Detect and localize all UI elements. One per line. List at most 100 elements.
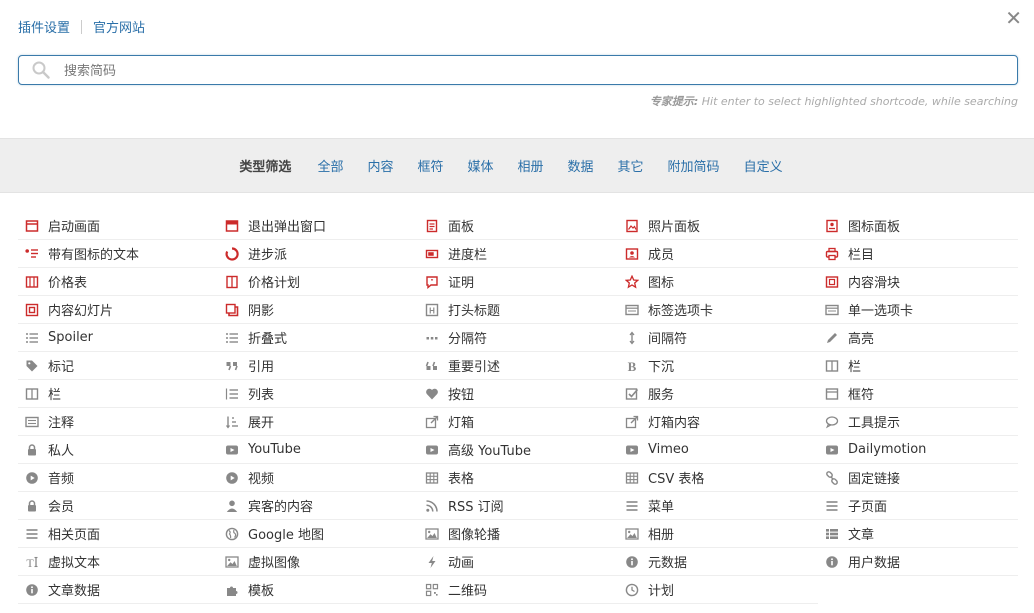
picture-icon [225, 555, 239, 568]
filter-all[interactable]: 全部 [317, 156, 343, 175]
shortcode-item[interactable]: 价格计划 [218, 268, 418, 296]
note-icon [25, 416, 39, 427]
shortcode-item[interactable]: 私人 [18, 436, 218, 464]
shortcode-item[interactable]: 重要引述 [418, 352, 618, 380]
svg-text:T: T [26, 556, 34, 569]
shortcode-item[interactable]: 服务 [618, 380, 818, 408]
shortcode-item[interactable]: 照片面板 [618, 212, 818, 240]
shortcode-item[interactable]: Spoiler [18, 324, 218, 352]
shortcode-item[interactable]: 进度栏 [418, 240, 618, 268]
shortcode-item[interactable]: 按钮 [418, 380, 618, 408]
shortcode-item[interactable]: B 下沉 [618, 352, 818, 380]
shortcode-item[interactable]: 单一选项卡 [818, 296, 1018, 324]
shortcode-item[interactable]: 高级 YouTube [418, 436, 618, 464]
shortcode-item[interactable]: 音频 [18, 464, 218, 492]
shortcode-item[interactable]: 退出弹出窗口 [218, 212, 418, 240]
shortcode-item[interactable]: 高亮 [818, 324, 1018, 352]
filter-label: 类型筛选 [239, 160, 292, 175]
shortcode-item[interactable]: 视频 [218, 464, 418, 492]
shortcode-item[interactable]: 动画 [418, 548, 618, 576]
shortcode-item[interactable]: 成员 [618, 240, 818, 268]
shortcode-item[interactable]: 栏目 [818, 240, 1018, 268]
shortcode-item[interactable]: 分隔符 [418, 324, 618, 352]
shortcode-item[interactable]: CSV 表格 [618, 464, 818, 492]
filter-gallery[interactable]: 相册 [518, 156, 544, 175]
shortcode-item[interactable]: 展开 [218, 408, 418, 436]
bars-icon [26, 528, 38, 539]
shortcode-item[interactable]: YouTube [218, 436, 418, 464]
shortcode-item[interactable]: RSS 订阅 [418, 492, 618, 520]
shortcode-item[interactable]: 宾客的内容 [218, 492, 418, 520]
shortcode-item[interactable]: 菜单 [618, 492, 818, 520]
close-icon[interactable]: ✕ [1005, 8, 1022, 28]
shortcode-label: 栏 [848, 360, 862, 375]
shortcode-item[interactable]: Vimeo [618, 436, 818, 464]
shortcode-item[interactable]: 固定链接 [818, 464, 1018, 492]
shortcode-item[interactable]: Dailymotion [818, 436, 1018, 464]
shortcode-item[interactable]: H 打头标题 [418, 296, 618, 324]
filter-addons[interactable]: 附加简码 [668, 156, 720, 175]
printer-icon [825, 247, 839, 260]
shortcode-item[interactable]: 内容滑块 [818, 268, 1018, 296]
shortcode-item[interactable]: 元数据 [618, 548, 818, 576]
official-site-link[interactable]: 官方网站 [93, 17, 145, 36]
shortcode-item[interactable]: 图标面板 [818, 212, 1018, 240]
shortcode-item[interactable]: 相册 [618, 520, 818, 548]
shortcode-item[interactable]: 框符 [818, 380, 1018, 408]
shortcode-item[interactable]: Google 地图 [218, 520, 418, 548]
shortcode-item[interactable]: 面板 [418, 212, 618, 240]
shortcode-item[interactable]: 灯箱 [418, 408, 618, 436]
shortcode-item[interactable]: 图像轮播 [418, 520, 618, 548]
search-input[interactable] [62, 60, 996, 82]
shortcode-item[interactable]: 表格 [418, 464, 618, 492]
shortcode-item[interactable]: 进步派 [218, 240, 418, 268]
shortcode-item[interactable]: 内容幻灯片 [18, 296, 218, 324]
shortcode-label: 模板 [248, 584, 275, 599]
shortcode-item[interactable]: 虚拟图像 [218, 548, 418, 576]
check-square-icon [625, 387, 639, 400]
shortcode-item[interactable]: 子页面 [818, 492, 1018, 520]
shortcode-item[interactable]: 带有图标的文本 [18, 240, 218, 268]
shortcode-item[interactable]: 图标 [618, 268, 818, 296]
shortcode-item[interactable]: 灯箱内容 [618, 408, 818, 436]
shortcode-item[interactable]: 价格表 [18, 268, 218, 296]
shortcode-item[interactable]: 用户数据 [818, 548, 1018, 576]
shortcode-label: 启动画面 [48, 220, 101, 235]
expert-tip: 专家提示: Hit enter to select highlighted sh… [650, 93, 1018, 109]
shortcode-item[interactable]: 栏 [18, 380, 218, 408]
shortcode-item[interactable]: 标记 [18, 352, 218, 380]
filter-custom[interactable]: 自定义 [744, 156, 783, 175]
plugin-settings-link[interactable]: 插件设置 [18, 17, 70, 36]
shortcode-item[interactable]: 相关页面 [18, 520, 218, 548]
filter-data[interactable]: 数据 [568, 156, 594, 175]
shortcode-label: 标记 [48, 360, 75, 375]
shortcode-item[interactable]: 间隔符 [618, 324, 818, 352]
shortcode-item[interactable]: 模板 [218, 576, 418, 604]
shortcode-label: 用户数据 [848, 556, 901, 571]
shortcode-item[interactable]: 启动画面 [18, 212, 218, 240]
shortcode-item[interactable]: 计划 [618, 576, 818, 604]
shortcode-item[interactable]: 工具提示 [818, 408, 1018, 436]
filter-media[interactable]: 媒体 [467, 156, 493, 175]
shortcode-item[interactable]: 二维码 [418, 576, 618, 604]
shortcode-item[interactable]: T 虚拟文本 [18, 548, 218, 576]
shortcode-item[interactable]: 引用 [218, 352, 418, 380]
shortcode-item[interactable]: 注释 [18, 408, 218, 436]
shortcode-item[interactable]: 阴影 [218, 296, 418, 324]
shortcode-item[interactable]: 列表 [218, 380, 418, 408]
filter-content[interactable]: 内容 [367, 156, 393, 175]
shortcode-item[interactable]: 标签选项卡 [618, 296, 818, 324]
shortcode-label: 分隔符 [448, 332, 488, 347]
filter-box[interactable]: 框符 [417, 156, 443, 175]
shortcode-item[interactable]: 文章数据 [18, 576, 218, 604]
shortcode-label: 栏目 [848, 248, 875, 263]
filter-other[interactable]: 其它 [618, 156, 644, 175]
star-icon [625, 274, 639, 289]
shortcode-item[interactable]: 栏 [818, 352, 1018, 380]
shortcode-item[interactable]: 折叠式 [218, 324, 418, 352]
shortcode-item[interactable]: 文章 [818, 520, 1018, 548]
shortcode-item[interactable]: " 证明 [418, 268, 618, 296]
table-icon [425, 471, 439, 484]
shortcode-item[interactable]: 会员 [18, 492, 218, 520]
shortcode-label: 价格表 [48, 276, 88, 291]
